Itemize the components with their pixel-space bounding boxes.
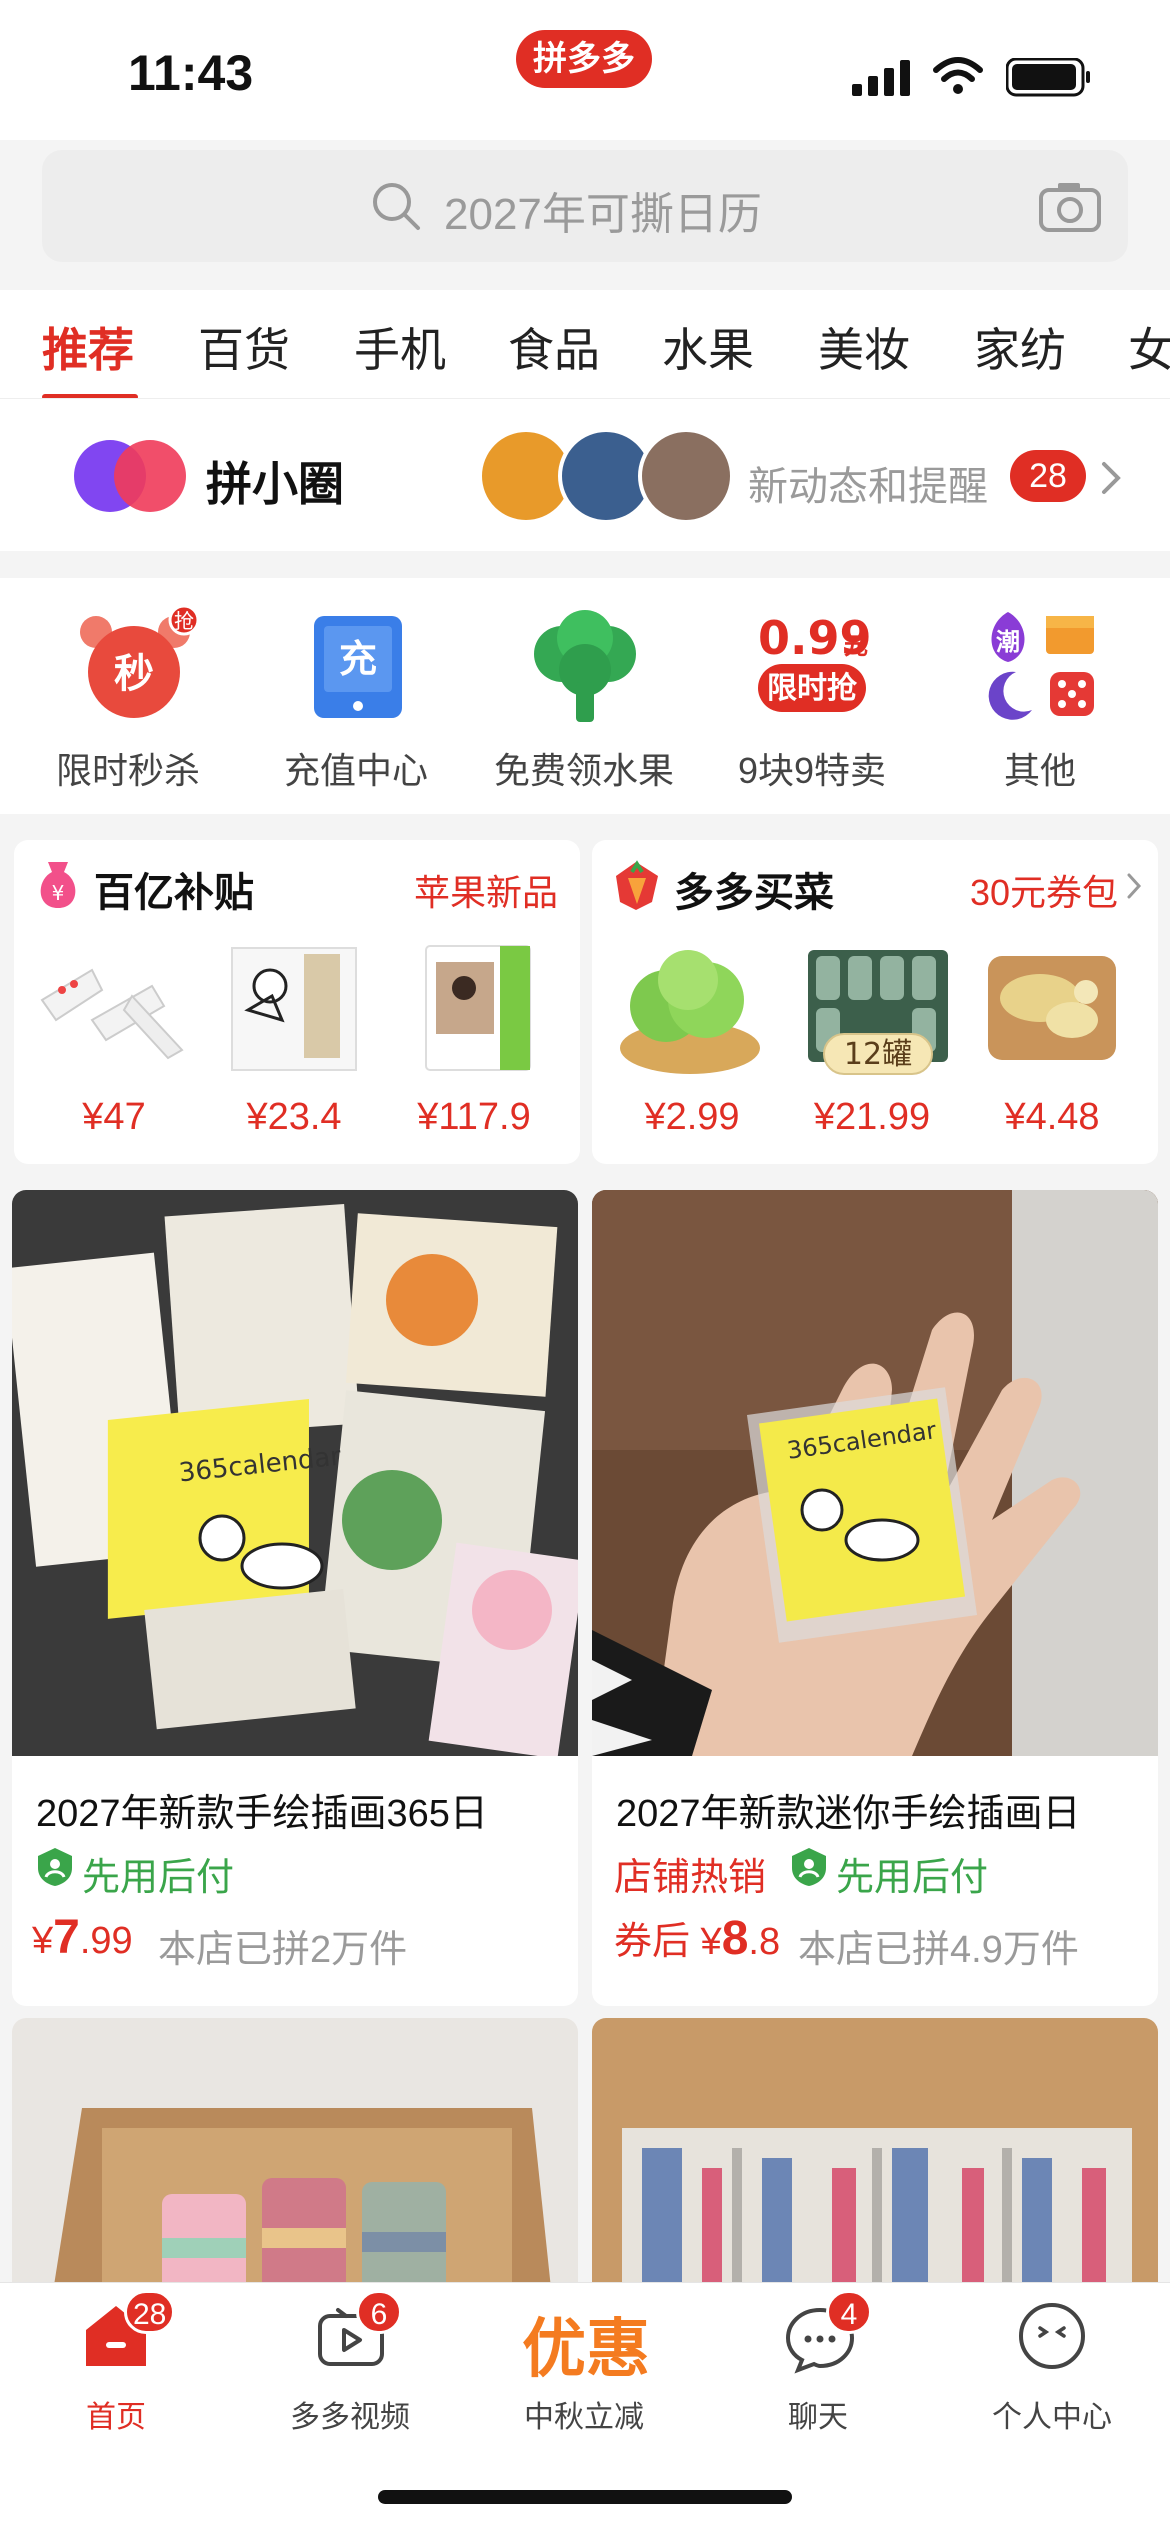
product-card[interactable]: 365calendar 2027年新款手绘插画365日 先用后付 ¥7.99 本… bbox=[12, 1190, 578, 2006]
quick-label-other[interactable]: 其他 bbox=[930, 742, 1150, 794]
promo-price: ¥117.9 bbox=[417, 1096, 531, 1138]
money-bag-icon: ¥ bbox=[40, 862, 76, 908]
home-badge: 28 bbox=[124, 2290, 176, 2334]
promo-title: 百亿补贴 bbox=[94, 871, 254, 915]
chevron-right-icon bbox=[1102, 462, 1121, 494]
chat-badge: 4 bbox=[826, 2290, 872, 2334]
product-sold-count: 本店已拼4.9万件 bbox=[798, 1929, 1079, 1971]
product-thumb-ginger[interactable] bbox=[982, 940, 1122, 1070]
promo-link[interactable]: 30元券包 bbox=[970, 864, 1118, 916]
circle-logo-icon bbox=[74, 440, 186, 512]
product-thumb-lettuce[interactable] bbox=[614, 940, 766, 1080]
tab-fruit[interactable]: 水果 bbox=[662, 314, 754, 380]
category-tabs: 推荐 百货 手机 食品 水果 美妆 家纺 女 bbox=[0, 290, 1170, 398]
carrot-icon bbox=[616, 860, 658, 910]
search-icon bbox=[373, 183, 420, 230]
promo-price: ¥23.4 bbox=[246, 1096, 342, 1138]
price-tag-icon[interactable]: 0.99 元 限时抢 bbox=[752, 610, 882, 720]
shield-icon bbox=[38, 1848, 72, 1886]
product-card[interactable] bbox=[592, 2018, 1158, 2298]
price-prefix: ¥ bbox=[32, 1920, 54, 1962]
product-thumb-instax[interactable] bbox=[422, 940, 534, 1074]
alarm-clock-icon[interactable]: 秒 抢 bbox=[76, 606, 204, 724]
recharge-icon[interactable]: 充 bbox=[312, 614, 404, 720]
product-card[interactable]: 365calendar 2027年新款迷你手绘插画日 店铺热销 先用后付 券后 … bbox=[592, 1190, 1158, 2006]
shield-icon bbox=[792, 1848, 826, 1886]
brand-badge: 拼多多 bbox=[516, 30, 652, 88]
tree-icon[interactable] bbox=[526, 608, 644, 724]
price-integer: 7 bbox=[53, 1911, 80, 1964]
wifi-icon bbox=[933, 57, 983, 94]
circle-count-badge: 28 bbox=[1010, 450, 1086, 502]
product-tag: 店铺热销 bbox=[614, 1857, 767, 1899]
battery-icon bbox=[1006, 58, 1090, 97]
status-time: 11:43 bbox=[128, 45, 254, 101]
price-decimal: .8 bbox=[748, 1921, 781, 1963]
circle-title: 拼小圈 bbox=[206, 458, 344, 510]
promo-price: ¥47 bbox=[82, 1096, 146, 1138]
svg-text:¥: ¥ bbox=[52, 881, 65, 905]
product-tag: 先用后付 bbox=[836, 1857, 989, 1899]
home-indicator bbox=[378, 2490, 792, 2504]
nav-label-video[interactable]: 多多视频 bbox=[250, 2392, 450, 2436]
quick-icon-text: 秒 bbox=[114, 651, 154, 697]
quick-icon-text: 充 bbox=[339, 637, 377, 681]
quick-icon-text: 潮 bbox=[996, 628, 1020, 656]
grab-badge: 抢 bbox=[174, 609, 194, 633]
promo-price: ¥21.99 bbox=[813, 1096, 931, 1138]
product-price: 券后 ¥8.8 bbox=[614, 1910, 780, 1966]
product-title: 2027年新款手绘插画365日 bbox=[36, 1793, 488, 1835]
nav-label-profile[interactable]: 个人中心 bbox=[952, 2392, 1152, 2436]
cans-overlay-text: 12罐 bbox=[844, 1037, 912, 1072]
tab-home-textile[interactable]: 家纺 bbox=[974, 314, 1066, 380]
tab-beauty[interactable]: 美妆 bbox=[818, 314, 910, 380]
video-badge: 6 bbox=[356, 2290, 402, 2334]
product-tag: 先用后付 bbox=[82, 1857, 235, 1899]
promo-price: ¥2.99 bbox=[644, 1096, 740, 1138]
search-input[interactable]: 2027年可撕日历 bbox=[444, 178, 762, 242]
nav-label-mid-autumn[interactable]: 中秋立减 bbox=[484, 2392, 684, 2436]
product-image: 365calendar bbox=[12, 1190, 578, 1759]
price-prefix: 券后 ¥ bbox=[614, 1921, 722, 1963]
product-image: 365calendar bbox=[592, 1190, 1158, 1756]
tab-food[interactable]: 食品 bbox=[508, 314, 600, 380]
tab-recommend[interactable]: 推荐 bbox=[42, 314, 134, 380]
product-price: ¥7.99 bbox=[32, 1910, 133, 1965]
product-thumb-stamp-book[interactable] bbox=[228, 940, 360, 1074]
product-card[interactable] bbox=[12, 2018, 578, 2298]
camera-icon[interactable] bbox=[1038, 180, 1102, 234]
product-sold-count: 本店已拼2万件 bbox=[158, 1929, 408, 1971]
quick-label-free-fruit[interactable]: 免费领水果 bbox=[474, 742, 694, 794]
product-title: 2027年新款迷你手绘插画日 bbox=[616, 1793, 1081, 1835]
tab-phones[interactable]: 手机 bbox=[354, 314, 446, 380]
nav-label-chat[interactable]: 聊天 bbox=[718, 2392, 918, 2436]
promo-link[interactable]: 苹果新品 bbox=[414, 864, 558, 916]
price-decimal: .99 bbox=[79, 1920, 133, 1962]
quick-label-9-9[interactable]: 9块9特卖 bbox=[702, 742, 922, 794]
friend-avatars bbox=[478, 428, 734, 524]
product-image bbox=[592, 2018, 1158, 2298]
signal-icon bbox=[852, 60, 910, 96]
quick-price-unit: 元 bbox=[844, 632, 868, 660]
quick-label-flash-sale[interactable]: 限时秒杀 bbox=[18, 742, 238, 794]
product-image bbox=[12, 2018, 578, 2298]
nav-label-home[interactable]: 首页 bbox=[16, 2392, 216, 2436]
price-integer: 8 bbox=[721, 1912, 749, 1965]
quick-label-recharge[interactable]: 充值中心 bbox=[246, 742, 466, 794]
chevron-right-icon bbox=[1127, 873, 1142, 899]
promo-title: 多多买菜 bbox=[674, 871, 834, 915]
product-thumb-cans[interactable]: 12罐 bbox=[800, 940, 956, 1080]
promo-price: ¥4.48 bbox=[1004, 1096, 1100, 1138]
tab-general[interactable]: 百货 bbox=[198, 314, 290, 380]
quick-tag: 限时抢 bbox=[767, 671, 858, 706]
product-thumb-punchers[interactable] bbox=[32, 940, 192, 1070]
promo-center-icon[interactable]: 优惠 bbox=[486, 2298, 686, 2390]
tab-women[interactable]: 女 bbox=[1128, 314, 1170, 380]
circle-update-text: 新动态和提醒 bbox=[748, 465, 988, 509]
grid-icons[interactable]: 潮 bbox=[980, 608, 1100, 724]
profile-icon[interactable] bbox=[1016, 2300, 1088, 2372]
